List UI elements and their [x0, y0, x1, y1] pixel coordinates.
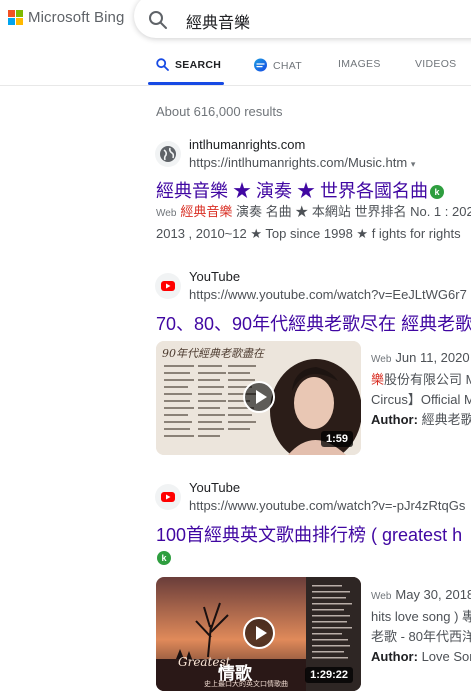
author-value: Love Son — [421, 649, 471, 664]
tab-label: VIDEOS — [415, 58, 457, 70]
url-text: https://intlhumanrights.com/Music.htm — [189, 155, 408, 170]
play-icon[interactable] — [243, 617, 275, 649]
result-url[interactable]: https://intlhumanrights.com/Music.htm ▾ — [189, 155, 415, 170]
youtube-icon — [155, 484, 181, 510]
result-title[interactable]: 70、80、90年代經典老歌尽在 經典老歌 — [156, 310, 471, 336]
site-name: YouTube — [189, 480, 241, 495]
result-snippet: Web 經典音樂 演奏 名曲 ★ 本網站 世界排名 No. 1 : 2023 20… — [156, 202, 471, 244]
video-thumbnail[interactable]: 90年代經典老歌盡在 1:59 — [156, 341, 361, 455]
result-url[interactable]: https://www.youtube.com/watch?v=EeJLtWG6… — [189, 287, 467, 302]
search-icon[interactable] — [148, 10, 168, 30]
video-date: May 30, 2018 — [395, 587, 471, 602]
video-meta: Web May 30, 2018 hits love song ) 專 老歌 - … — [371, 585, 471, 667]
microsoft-logo-icon — [8, 10, 23, 25]
tab-label: CHAT — [273, 59, 303, 72]
result-title[interactable]: 100首經典英文歌曲排行榜 ( greatest h — [156, 521, 462, 547]
search-box[interactable]: 經典音樂 — [134, 0, 471, 38]
snippet-highlight: 經典音樂 — [180, 204, 233, 219]
search-input[interactable]: 經典音樂 — [186, 9, 250, 33]
url-menu-icon[interactable]: ▾ — [411, 159, 416, 169]
tab-chat[interactable]: CHAT — [253, 58, 302, 73]
video-duration: 1:29:22 — [305, 667, 353, 683]
site-name: YouTube — [189, 269, 241, 284]
author-label: Author: — [371, 412, 418, 427]
snippet-text: Circus】Official M — [371, 392, 471, 407]
search-tabs: SEARCH CHAT IMAGES VIDEOS — [0, 46, 471, 86]
header: Microsoft Bing 經典音樂 — [0, 0, 471, 42]
result-url[interactable]: https://www.youtube.com/watch?v=-pJr4zRt… — [189, 498, 465, 513]
video-thumbnail[interactable]: Greatest 情歌 史上最口大的英文口情歌曲 1:29:22 — [156, 577, 361, 691]
youtube-icon — [155, 273, 181, 299]
web-tag: Web — [156, 208, 177, 219]
author-value: 經典老歌 — [421, 412, 471, 427]
web-tag: Web — [371, 591, 392, 602]
tab-label: SEARCH — [175, 58, 222, 71]
web-tag: Web — [371, 354, 392, 365]
thumbnail-caption: 90年代經典老歌盡在 — [162, 347, 264, 360]
title-text: 經典音樂 ★ 演奏 ★ 世界各國名曲 — [156, 181, 429, 201]
play-icon[interactable] — [243, 381, 275, 413]
bing-logo[interactable]: Microsoft Bing — [8, 9, 124, 26]
snippet-text: 老歌 - 80年代西洋 — [371, 629, 471, 644]
results-count: About 616,000 results — [156, 104, 283, 119]
result-title[interactable]: 經典音樂 ★ 演奏 ★ 世界各國名曲 k — [156, 177, 445, 203]
video-meta: Web Jun 11, 2020 樂股份有限公司 M Circus】Officia… — [371, 348, 471, 430]
search-icon — [156, 58, 169, 71]
video-duration: 1:59 — [320, 431, 353, 447]
tab-label: IMAGES — [338, 58, 381, 70]
snippet-text: 股份有限公司 M — [384, 372, 471, 387]
globe-icon — [155, 141, 181, 167]
tab-search[interactable]: SEARCH — [156, 58, 221, 71]
shield-badge-icon: k — [157, 551, 171, 565]
tab-images[interactable]: IMAGES — [338, 58, 381, 70]
shield-badge-icon: k — [430, 185, 445, 200]
snippet-highlight: 樂 — [371, 372, 385, 387]
author-label: Author: — [371, 649, 418, 664]
chat-icon — [254, 58, 267, 72]
tab-videos[interactable]: VIDEOS — [415, 58, 456, 70]
thumbnail-subcaption: 史上最口大的英文口情歌曲 — [204, 681, 288, 688]
logo-text: Microsoft Bing — [28, 9, 125, 26]
video-date: Jun 11, 2020 — [395, 350, 470, 365]
site-name: intlhumanrights.com — [189, 137, 306, 152]
snippet-text: hits love song ) 專 — [371, 609, 471, 624]
snippet-text: 2013 , 2010~12 ★ Top since 1998 ★ f ight… — [156, 226, 461, 241]
divider — [0, 85, 471, 86]
snippet-text: 演奏 名曲 ★ 本網站 世界排名 No. 1 : 2023 — [232, 204, 471, 219]
